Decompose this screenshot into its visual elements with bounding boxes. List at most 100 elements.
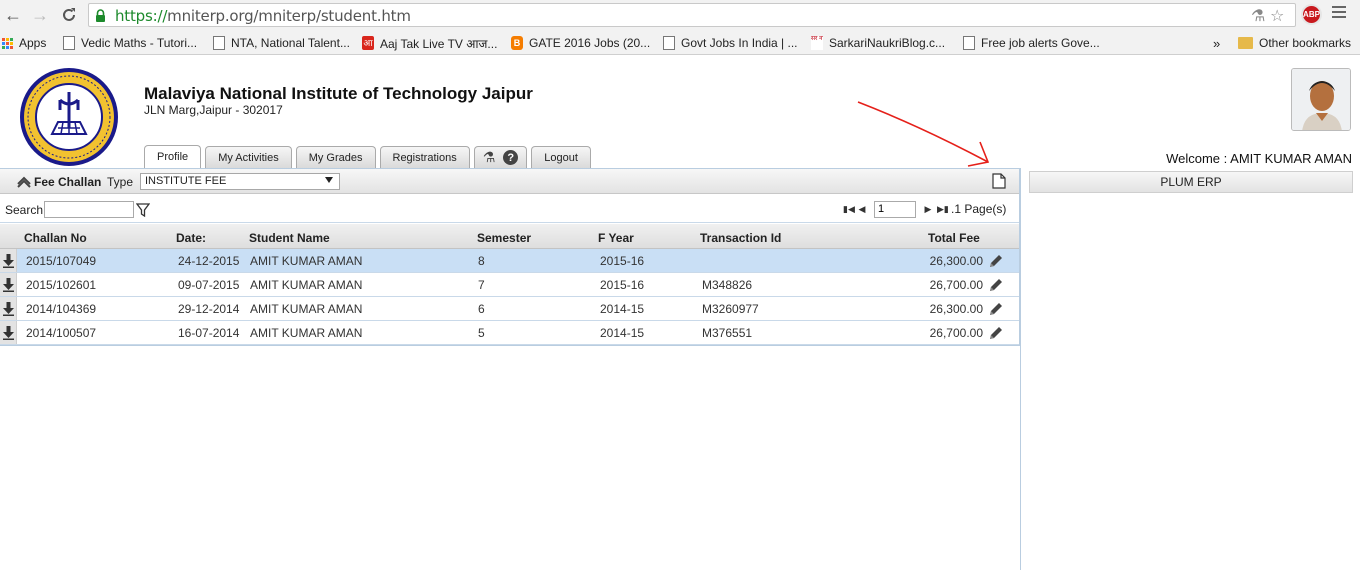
tab-my-grades[interactable]: My Grades: [295, 146, 376, 168]
fee-challan-panel: Fee Challan Type INSTITUTE FEE Search ▮◀…: [0, 168, 1020, 346]
adblock-icon[interactable]: ABP: [1301, 4, 1322, 25]
cell-transaction-id: M376551: [702, 326, 753, 340]
page-icon: [213, 36, 225, 50]
cell-date: 24-12-2015: [178, 254, 240, 268]
table-row[interactable]: 2014/104369 29-12-2014 AMIT KUMAR AMAN 6 201…: [0, 297, 1019, 321]
avatar[interactable]: [1291, 68, 1351, 131]
forward-arrow-icon[interactable]: →: [29, 4, 51, 26]
download-icon[interactable]: [0, 321, 17, 344]
download-icon[interactable]: [0, 297, 17, 320]
bookmark-label: Free job alerts Gove...: [981, 36, 1100, 50]
bookmark-label: Govt Jobs In India | ...: [681, 36, 798, 50]
reload-icon[interactable]: [58, 4, 80, 26]
aajtak-icon: आ: [362, 36, 374, 50]
cell-f-year: 2015-16: [600, 254, 645, 268]
cell-semester: 5: [478, 326, 485, 340]
cell-total-fee: 26,700.00: [929, 326, 983, 340]
bookmark-gate-jobs[interactable]: B GATE 2016 Jobs (20...: [511, 34, 650, 52]
download-icon[interactable]: [0, 273, 17, 296]
cell-semester: 7: [478, 278, 485, 292]
cell-date: 16-07-2014: [178, 326, 240, 340]
download-icon[interactable]: [0, 249, 17, 272]
key-icon[interactable]: ⚗: [1251, 6, 1265, 26]
filter-icon[interactable]: [136, 203, 150, 217]
bookmark-apps[interactable]: Apps: [2, 34, 46, 52]
edit-pencil-icon[interactable]: [988, 277, 1004, 293]
cell-total-fee: 26,700.00: [929, 278, 983, 292]
cell-student-name: AMIT KUMAR AMAN: [250, 326, 363, 340]
tab-profile[interactable]: Profile: [144, 145, 202, 168]
cell-transaction-id: M3260977: [702, 302, 759, 316]
table-row[interactable]: 2015/107049 24-12-2015 AMIT KUMAR AMAN 8 201…: [0, 249, 1019, 273]
fee-challan-header: Fee Challan Type INSTITUTE FEE: [0, 169, 1019, 194]
tab-tools[interactable]: ⚗ ?: [473, 146, 528, 168]
page-number-input[interactable]: [874, 200, 916, 218]
edit-pencil-icon[interactable]: [988, 325, 1004, 341]
browser-menu-icon[interactable]: [1332, 6, 1346, 20]
column-header-date[interactable]: Date:: [176, 231, 206, 245]
column-header-challan-no[interactable]: Challan No: [24, 231, 87, 245]
back-arrow-icon[interactable]: ←: [2, 4, 24, 26]
column-header-semester[interactable]: Semester: [477, 231, 531, 245]
cell-challan-no: 2015/107049: [26, 254, 97, 268]
edit-pencil-icon[interactable]: [988, 253, 1004, 269]
bookmark-aaj-tak[interactable]: आ Aaj Tak Live TV आज...: [362, 34, 497, 52]
column-header-total-fee[interactable]: Total Fee: [928, 231, 980, 245]
page-icon: [663, 36, 675, 50]
bookmark-label: GATE 2016 Jobs (20...: [529, 36, 651, 50]
fee-type-value: INSTITUTE FEE: [145, 175, 227, 187]
refresh-fee-icon[interactable]: [16, 174, 32, 189]
last-page-icon[interactable]: ▶▮: [937, 204, 949, 215]
edit-pencil-icon[interactable]: [988, 301, 1004, 317]
cell-challan-no: 2014/100507: [26, 326, 97, 340]
tab-my-activities[interactable]: My Activities: [205, 146, 292, 168]
fee-type-select[interactable]: INSTITUTE FEE: [140, 173, 340, 190]
tab-registrations[interactable]: Registrations: [379, 146, 470, 168]
other-bookmarks-label: Other bookmarks: [1259, 36, 1352, 50]
cell-challan-no: 2015/102601: [26, 278, 97, 292]
help-icon[interactable]: ?: [503, 150, 519, 165]
column-header-transaction-id[interactable]: Transaction Id: [700, 231, 781, 245]
bookmark-sarkari-naukri[interactable]: सर नौ SarkariNaukriBlog.c...: [811, 34, 945, 52]
prev-page-icon[interactable]: ◀: [857, 204, 867, 215]
bookmark-nta[interactable]: NTA, National Talent...: [213, 34, 350, 52]
bookmark-free-job-alerts[interactable]: Free job alerts Gove...: [963, 34, 1100, 52]
bookmark-label: Aaj Tak Live TV आज...: [380, 36, 498, 51]
column-header-student-name[interactable]: Student Name: [249, 231, 330, 245]
plum-erp-panel: PLUM ERP: [1020, 168, 1360, 570]
bookmark-vedic-maths[interactable]: Vedic Maths - Tutori...: [63, 34, 197, 52]
search-input[interactable]: [44, 201, 134, 218]
table-row[interactable]: 2015/102601 09-07-2015 AMIT KUMAR AMAN 7 201…: [0, 273, 1019, 297]
cell-semester: 6: [478, 302, 485, 316]
key-icon[interactable]: ⚗: [483, 149, 496, 166]
cell-f-year: 2015-16: [600, 278, 645, 292]
browser-toolbar: ← → https://mniterp.org/mniterp/student.…: [0, 0, 1360, 30]
bookmark-star-icon[interactable]: ☆: [1270, 6, 1284, 26]
cell-date: 09-07-2015: [178, 278, 240, 292]
cell-student-name: AMIT KUMAR AMAN: [250, 302, 363, 316]
address-bar[interactable]: https://mniterp.org/mniterp/student.htm …: [88, 3, 1296, 27]
other-bookmarks[interactable]: Other bookmarks: [1238, 34, 1351, 52]
next-page-icon[interactable]: ▶: [923, 204, 933, 215]
page-count: .1 Page(s): [951, 202, 1007, 216]
column-header-f-year[interactable]: F Year: [598, 231, 634, 245]
url-text: https://mniterp.org/mniterp/student.htm: [115, 7, 411, 25]
institute-name: Malaviya National Institute of Technolog…: [144, 84, 533, 103]
fee-challan-title: Fee Challan: [34, 175, 102, 189]
blogger-icon: B: [511, 36, 523, 50]
institute-address: JLN Marg,Jaipur - 302017: [144, 103, 283, 117]
type-label: Type: [107, 175, 134, 189]
table-row[interactable]: 2014/100507 16-07-2014 AMIT KUMAR AMAN 5 201…: [0, 321, 1019, 345]
cell-total-fee: 26,300.00: [929, 302, 983, 316]
pager: ▮◀ ◀ ▶ ▶▮ .1 Page(s): [843, 200, 1006, 218]
first-page-icon[interactable]: ▮◀: [843, 204, 855, 215]
bookmarks-overflow-button[interactable]: »: [1213, 34, 1220, 52]
welcome-message: Welcome : AMIT KUMAR AMAN: [1166, 151, 1352, 166]
institute-logo: [20, 68, 118, 166]
tab-logout[interactable]: Logout: [531, 146, 591, 168]
document-icon[interactable]: [992, 173, 1006, 189]
bookmarks-bar: Apps Vedic Maths - Tutori... NTA, Nation…: [0, 30, 1360, 55]
bookmark-govt-jobs[interactable]: Govt Jobs In India | ...: [663, 34, 798, 52]
search-bar: Search ▮◀ ◀ ▶ ▶▮ .1 Page(s): [0, 195, 1019, 223]
cell-student-name: AMIT KUMAR AMAN: [250, 254, 363, 268]
